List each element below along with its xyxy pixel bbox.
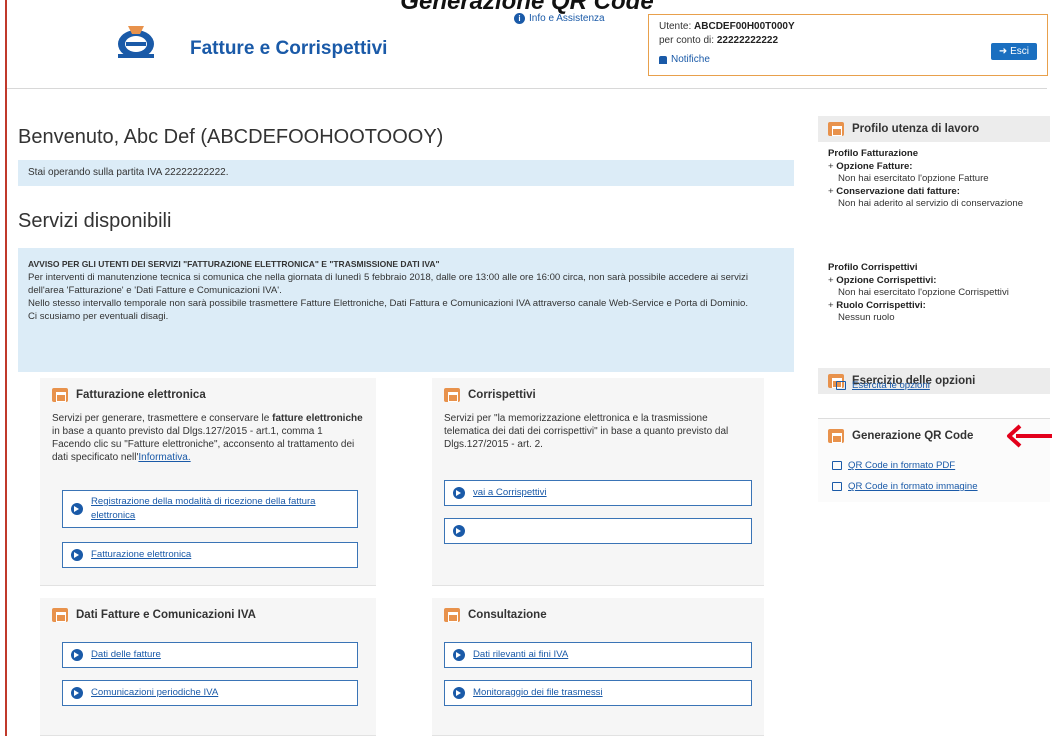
edit-icon: [836, 381, 846, 390]
dati-rilevanti-label: Dati rilevanti ai fini IVA: [473, 649, 569, 660]
folder-icon: [52, 388, 68, 402]
app-title[interactable]: Fatture e Corrispettivi: [190, 38, 387, 60]
user-label: Utente:: [659, 21, 692, 32]
corrispettivi-empty-link[interactable]: [444, 518, 752, 544]
notice-body-2: Nello stesso intervallo temporale non sa…: [28, 298, 749, 309]
notice-title: AVVISO PER GLI UTENTI DEI SERVIZI "FATTU…: [28, 259, 440, 269]
panel-fatturazione-text: Servizi per generare, trasmettere e cons…: [40, 412, 376, 464]
agenzia-logo-icon: [118, 26, 154, 58]
registrazione-link[interactable]: Registrazione della modalità di ricezion…: [62, 490, 358, 528]
welcome-title: Benvenuto, Abc Def (ABCDEFOOHOOTOOOY): [18, 126, 444, 148]
profilo-head: Profilo utenza di lavoro: [818, 116, 1050, 142]
folder-icon: [444, 388, 460, 402]
esercita-opzioni-link[interactable]: Esercita le opzioni: [836, 380, 930, 391]
monitoraggio-label: Monitoraggio dei file trasmessi: [473, 687, 603, 698]
exit-button[interactable]: ➜ Esci: [990, 43, 1037, 60]
opzione-fatture-label: Opzione Fatture:: [836, 160, 913, 172]
vai-corrispettivi-label: vai a Corrispettivi: [473, 487, 547, 498]
opzione-fatture-value: Non hai esercitato l'opzione Fatture: [838, 173, 989, 184]
qr-pdf-label: QR Code in formato PDF: [848, 460, 956, 471]
fatt-text-1: Servizi per generare, trasmettere e cons…: [52, 413, 273, 424]
profilo-fatt-label: Profilo Fatturazione: [828, 148, 919, 159]
dati-rilevanti-link[interactable]: Dati rilevanti ai fini IVA: [444, 642, 752, 668]
arrow-circle-icon: [453, 687, 465, 699]
fatt-text-3: Facendo clic su "Fatture elettroniche", …: [52, 439, 355, 463]
fatt-text-bold: fatture elettroniche: [272, 413, 363, 424]
user-value: ABCDEF00H00T000Y: [694, 21, 795, 32]
fatturazione-link[interactable]: Fatturazione elettronica: [62, 542, 358, 568]
maintenance-notice: AVVISO PER GLI UTENTI DEI SERVIZI "FATTU…: [18, 248, 794, 372]
vai-corrispettivi-link[interactable]: vai a Corrispettivi: [444, 480, 752, 506]
info-assistenza-link[interactable]: i Info e Assistenza: [514, 13, 605, 24]
panel-fatturazione-head: Fatturazione elettronica: [40, 378, 376, 412]
profilo-title: Profilo utenza di lavoro: [852, 123, 980, 135]
file-icon: [832, 461, 842, 470]
conservazione-value: Non hai aderito al servizio di conservaz…: [838, 198, 1024, 209]
ruolo-value: Nessun ruolo: [838, 312, 895, 323]
arrow-circle-icon: [453, 525, 465, 537]
fatt-text-2: in base a quanto previsto dal Dlgs.127/2…: [52, 426, 323, 437]
arrow-circle-icon: [71, 649, 83, 661]
notice-body-3: Ci scusiamo per eventuali disagi.: [28, 311, 169, 322]
arrow-circle-icon: [71, 549, 83, 561]
panel-dati-fatture-head: Dati Fatture e Comunicazioni IVA: [40, 598, 376, 632]
folder-icon: [828, 122, 844, 136]
opzione-corr-value: Non hai esercitato l'opzione Corrispetti…: [838, 287, 1009, 298]
profilo-fatturazione: Profilo Fatturazione + Opzione Fatture: …: [828, 148, 1048, 211]
arrow-circle-icon: [453, 649, 465, 661]
comunicazioni-iva-link[interactable]: Comunicazioni periodiche IVA: [62, 680, 358, 706]
dati-fatture-label: Dati delle fatture: [91, 649, 161, 660]
header-divider: [7, 88, 1047, 89]
panel-corrispettivi-text: Servizi per "la memorizzazione elettroni…: [444, 413, 729, 450]
fatturazione-label: Fatturazione elettronica: [91, 549, 192, 560]
red-arrow-icon: [1007, 424, 1052, 448]
file-icon: [832, 482, 842, 491]
arrow-circle-icon: [453, 487, 465, 499]
esercita-opzioni-label: Esercita le opzioni: [852, 380, 930, 391]
for-label: per conto di:: [659, 35, 715, 46]
qr-title: Generazione QR Code: [852, 430, 974, 442]
folder-icon: [444, 608, 460, 622]
qr-head: Generazione QR Code: [818, 424, 1004, 448]
info-icon: i: [514, 13, 525, 24]
arrow-circle-icon: [71, 687, 83, 699]
qr-pdf-link[interactable]: QR Code in formato PDF: [832, 460, 955, 471]
monitoraggio-link[interactable]: Monitoraggio dei file trasmessi: [444, 680, 752, 706]
notice-body: Per interventi di manutenzione tecnica s…: [28, 272, 748, 296]
conservazione-label: Conservazione dati fatture:: [836, 185, 960, 197]
panel-consultazione-head: Consultazione: [432, 598, 764, 632]
exit-label: Esci: [1010, 46, 1029, 57]
for-value: 22222222222: [716, 35, 779, 46]
profilo-corrispettivi: Profilo Corrispettivi + Opzione Corrispe…: [828, 262, 1050, 325]
profilo-corr-label: Profilo Corrispettivi: [828, 262, 918, 273]
partita-iva-notice: Stai operando sulla partita IVA 22222222…: [18, 160, 794, 186]
panel-corrispettivi-head: Corrispettivi: [432, 378, 764, 412]
panel-consultazione-title: Consultazione: [468, 609, 547, 621]
dati-fatture-link[interactable]: Dati delle fatture: [62, 642, 358, 668]
panel-fatturazione-title: Fatturazione elettronica: [76, 389, 206, 401]
user-box: Utente: ABCDEF00H00T000Y per conto di: 2…: [648, 14, 1048, 76]
registrazione-label: Registrazione della modalità di ricezion…: [91, 496, 316, 521]
ruolo-label: Ruolo Corrispettivi:: [836, 299, 926, 311]
qr-img-label: QR Code in formato immagine: [848, 481, 978, 492]
arrow-circle-icon: [71, 503, 83, 515]
panel-dati-fatture-title: Dati Fatture e Comunicazioni IVA: [76, 609, 256, 621]
info-link-label: Info e Assistenza: [529, 13, 605, 24]
panel-corrispettivi-title: Corrispettivi: [468, 389, 536, 401]
comunicazioni-iva-label: Comunicazioni periodiche IVA: [91, 687, 219, 698]
qr-img-link[interactable]: QR Code in formato immagine: [832, 481, 978, 492]
services-title: Servizi disponibili: [18, 210, 172, 232]
folder-icon: [52, 608, 68, 622]
notifications-label: Notifiche: [671, 54, 710, 65]
notifications-link[interactable]: Notifiche: [659, 54, 1037, 65]
informativa-link[interactable]: Informativa.: [138, 452, 190, 463]
bell-icon: [659, 55, 667, 64]
opzione-corr-label: Opzione Corrispettivi:: [836, 274, 937, 286]
folder-icon: [828, 429, 844, 443]
